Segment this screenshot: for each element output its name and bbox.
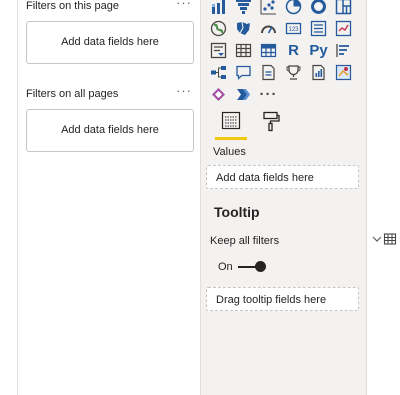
svg-text:123: 123	[288, 27, 299, 33]
chevron-down-icon[interactable]	[371, 233, 383, 245]
map-icon[interactable]	[206, 17, 231, 39]
tooltip-heading: Tooltip	[214, 204, 260, 220]
pane-divider	[17, 0, 18, 395]
collapsed-fields-pane	[367, 0, 400, 395]
smart-narrative-icon[interactable]	[306, 61, 331, 83]
table-icon[interactable]	[231, 39, 256, 61]
visualization-gallery: 123 R Py ···	[206, 0, 356, 105]
pie-chart-icon[interactable]	[281, 0, 306, 17]
donut-chart-icon[interactable]	[306, 0, 331, 17]
key-influencers-icon[interactable]	[331, 39, 356, 61]
treemap-icon[interactable]	[331, 0, 356, 17]
table-icon[interactable]	[383, 232, 397, 246]
qa-icon[interactable]	[231, 61, 256, 83]
paint-roller-icon	[263, 111, 280, 132]
slicer-icon[interactable]	[206, 39, 231, 61]
filters-on-all-pages-title: Filters on all pages	[26, 88, 119, 100]
format-tab[interactable]	[257, 110, 285, 140]
kpi-icon[interactable]	[331, 17, 356, 39]
python-visual-icon[interactable]: Py	[306, 39, 331, 61]
filters-on-this-page-title: Filters on this page	[26, 0, 119, 12]
card-icon[interactable]: 123	[281, 17, 306, 39]
scatter-chart-icon[interactable]	[256, 0, 281, 17]
multi-row-card-icon[interactable]	[306, 17, 331, 39]
fields-well-icon	[221, 111, 241, 130]
collapsed-pane-controls	[371, 232, 397, 246]
visualizations-pane: 123 R Py ··· Values Add data fields here…	[201, 0, 367, 395]
toggle-knob	[254, 261, 266, 272]
stacked-column-chart-icon[interactable]	[206, 0, 231, 17]
filters-on-this-page-header: Filters on this page ···	[26, 0, 194, 16]
more-visuals-icon[interactable]: ···	[256, 83, 281, 105]
funnel-chart-icon[interactable]	[231, 0, 256, 17]
goals-icon[interactable]	[281, 61, 306, 83]
fields-tab[interactable]	[215, 110, 247, 140]
tooltip-well-placeholder: Drag tooltip fields here	[216, 294, 327, 306]
tooltip-fields-well[interactable]: Drag tooltip fields here	[206, 287, 359, 311]
azure-map-icon[interactable]	[331, 61, 356, 83]
all-pages-filter-drop-zone[interactable]: Add data fields here	[26, 109, 194, 152]
paginated-report-icon[interactable]	[256, 61, 281, 83]
more-options-icon[interactable]: ···	[176, 0, 192, 10]
filters-on-all-pages-header: Filters on all pages ···	[26, 83, 194, 104]
filters-pane: Filters on this page ··· Add data fields…	[0, 0, 201, 395]
more-options-icon[interactable]: ···	[176, 83, 192, 98]
r-visual-icon[interactable]: R	[281, 39, 306, 61]
gauge-icon[interactable]	[256, 17, 281, 39]
r-visual-glyph: R	[288, 41, 299, 59]
drop-zone-label: Add data fields here	[61, 36, 159, 48]
values-well[interactable]: Add data fields here	[206, 165, 359, 189]
keep-all-filters-label: Keep all filters	[210, 235, 280, 247]
python-visual-glyph: Py	[309, 41, 328, 59]
filled-map-icon[interactable]	[231, 17, 256, 39]
pane-tabs	[215, 110, 335, 140]
drop-zone-label: Add data fields here	[61, 124, 159, 136]
toggle-state-label: On	[218, 261, 233, 273]
more-visuals-glyph: ···	[259, 85, 278, 103]
power-apps-icon[interactable]	[206, 83, 231, 105]
keep-all-filters-toggle[interactable]: On	[218, 260, 266, 274]
matrix-icon[interactable]	[256, 39, 281, 61]
values-well-placeholder: Add data fields here	[216, 172, 314, 184]
this-page-filter-drop-zone[interactable]: Add data fields here	[26, 21, 194, 64]
toggle-switch[interactable]	[237, 260, 266, 274]
values-label: Values	[213, 146, 246, 158]
power-automate-icon[interactable]	[231, 83, 256, 105]
decomposition-tree-icon[interactable]	[206, 61, 231, 83]
